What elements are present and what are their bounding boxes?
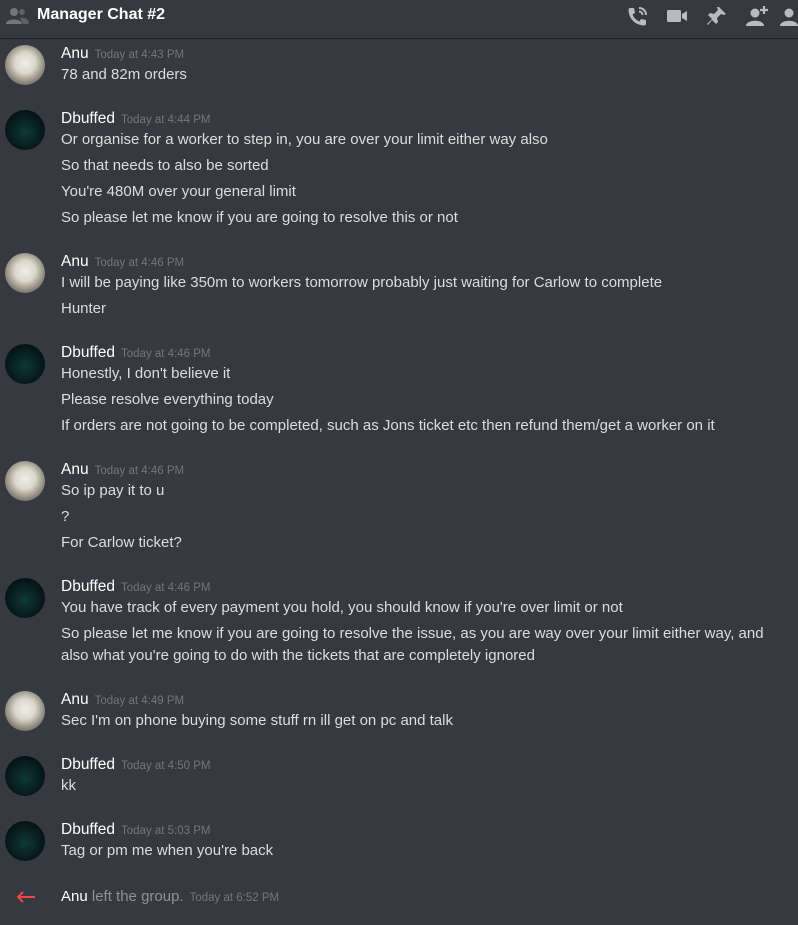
message-author[interactable]: Dbuffed Today at 4:50 PM [61, 756, 211, 774]
message-text: I will be paying like 350m to workers to… [61, 274, 663, 291]
system-message: Anu left the group. Today at 6:52 PM [0, 886, 798, 908]
avatar[interactable] [5, 461, 45, 501]
author-name[interactable]: Anu [61, 461, 89, 478]
member-list-icon[interactable] [780, 5, 798, 27]
message-timestamp: Today at 4:46 PM [94, 465, 185, 477]
message-timestamp: Today at 4:50 PM [121, 760, 211, 772]
system-action: left the group. [87, 888, 184, 905]
message-timestamp: Today at 4:46 PM [94, 257, 185, 269]
add-member-icon[interactable] [745, 5, 769, 27]
author-name[interactable]: Anu [61, 691, 89, 708]
message-text: Please resolve everything today [61, 391, 274, 408]
message-author[interactable]: Dbuffed Today at 4:44 PM [61, 110, 211, 128]
system-user-name[interactable]: Anu [61, 888, 88, 905]
message-author[interactable]: Anu Today at 4:49 PM [61, 691, 184, 709]
message-text: Honestly, I don't believe it [61, 365, 231, 382]
phone-call-icon[interactable] [625, 5, 649, 27]
message-text: 78 and 82m orders [61, 66, 187, 83]
leave-arrow-icon [16, 891, 35, 903]
channel-title: Manager Chat #2 [37, 6, 166, 23]
message-author[interactable]: Dbuffed Today at 5:03 PM [61, 821, 211, 839]
message-text: If orders are not going to be completed,… [61, 417, 715, 434]
pin-icon[interactable] [705, 5, 729, 27]
message-text: So that needs to also be sorted [61, 157, 269, 174]
message-author[interactable]: Dbuffed Today at 4:46 PM [61, 344, 211, 362]
message-author[interactable]: Anu Today at 4:46 PM [61, 461, 184, 479]
message-text: So ip pay it to u [61, 482, 165, 499]
message-text: So please let me know if you are going t… [61, 625, 764, 664]
channel-header: Manager Chat #2 [0, 0, 798, 38]
author-name[interactable]: Dbuffed [61, 344, 115, 361]
author-name[interactable]: Dbuffed [61, 110, 115, 127]
message-text: Or organise for a worker to step in, you… [61, 131, 548, 148]
message-author[interactable]: Anu Today at 4:43 PM [61, 45, 184, 63]
message-timestamp: Today at 4:46 PM [121, 348, 211, 360]
message-text: kk [61, 777, 76, 794]
message-text: For Carlow ticket? [61, 534, 182, 551]
message-timestamp: Today at 4:46 PM [121, 582, 211, 594]
avatar[interactable] [5, 344, 45, 384]
message-author[interactable]: Anu Today at 4:46 PM [61, 253, 184, 271]
avatar[interactable] [5, 45, 45, 85]
message-text: Tag or pm me when you're back [61, 842, 274, 859]
message-text: You're 480M over your general limit [61, 183, 296, 200]
message-timestamp: Today at 6:52 PM [189, 892, 280, 904]
message-timestamp: Today at 5:03 PM [121, 825, 211, 837]
author-name[interactable]: Anu [61, 45, 89, 62]
message-text: You have track of every payment you hold… [61, 599, 623, 616]
message-text: ? [61, 508, 70, 525]
message-text: Sec I'm on phone buying some stuff rn il… [61, 712, 453, 729]
message-text: Hunter [61, 300, 107, 317]
avatar[interactable] [5, 253, 45, 293]
author-name[interactable]: Dbuffed [61, 578, 115, 595]
message-timestamp: Today at 4:43 PM [94, 49, 185, 61]
video-call-icon[interactable] [665, 5, 689, 27]
people-icon [6, 8, 29, 24]
system-message-text: Anu left the group. Today at 6:52 PM [61, 888, 279, 905]
author-name[interactable]: Anu [61, 253, 89, 270]
author-name[interactable]: Dbuffed [61, 821, 115, 838]
avatar[interactable] [5, 110, 45, 150]
avatar[interactable] [5, 756, 45, 796]
avatar[interactable] [5, 691, 45, 731]
avatar[interactable] [5, 578, 45, 618]
message-text: So please let me know if you are going t… [61, 209, 458, 226]
message-author[interactable]: Dbuffed Today at 4:46 PM [61, 578, 211, 596]
author-name[interactable]: Dbuffed [61, 756, 115, 773]
message-timestamp: Today at 4:49 PM [94, 695, 185, 707]
message-timestamp: Today at 4:44 PM [121, 114, 211, 126]
avatar[interactable] [5, 821, 45, 861]
